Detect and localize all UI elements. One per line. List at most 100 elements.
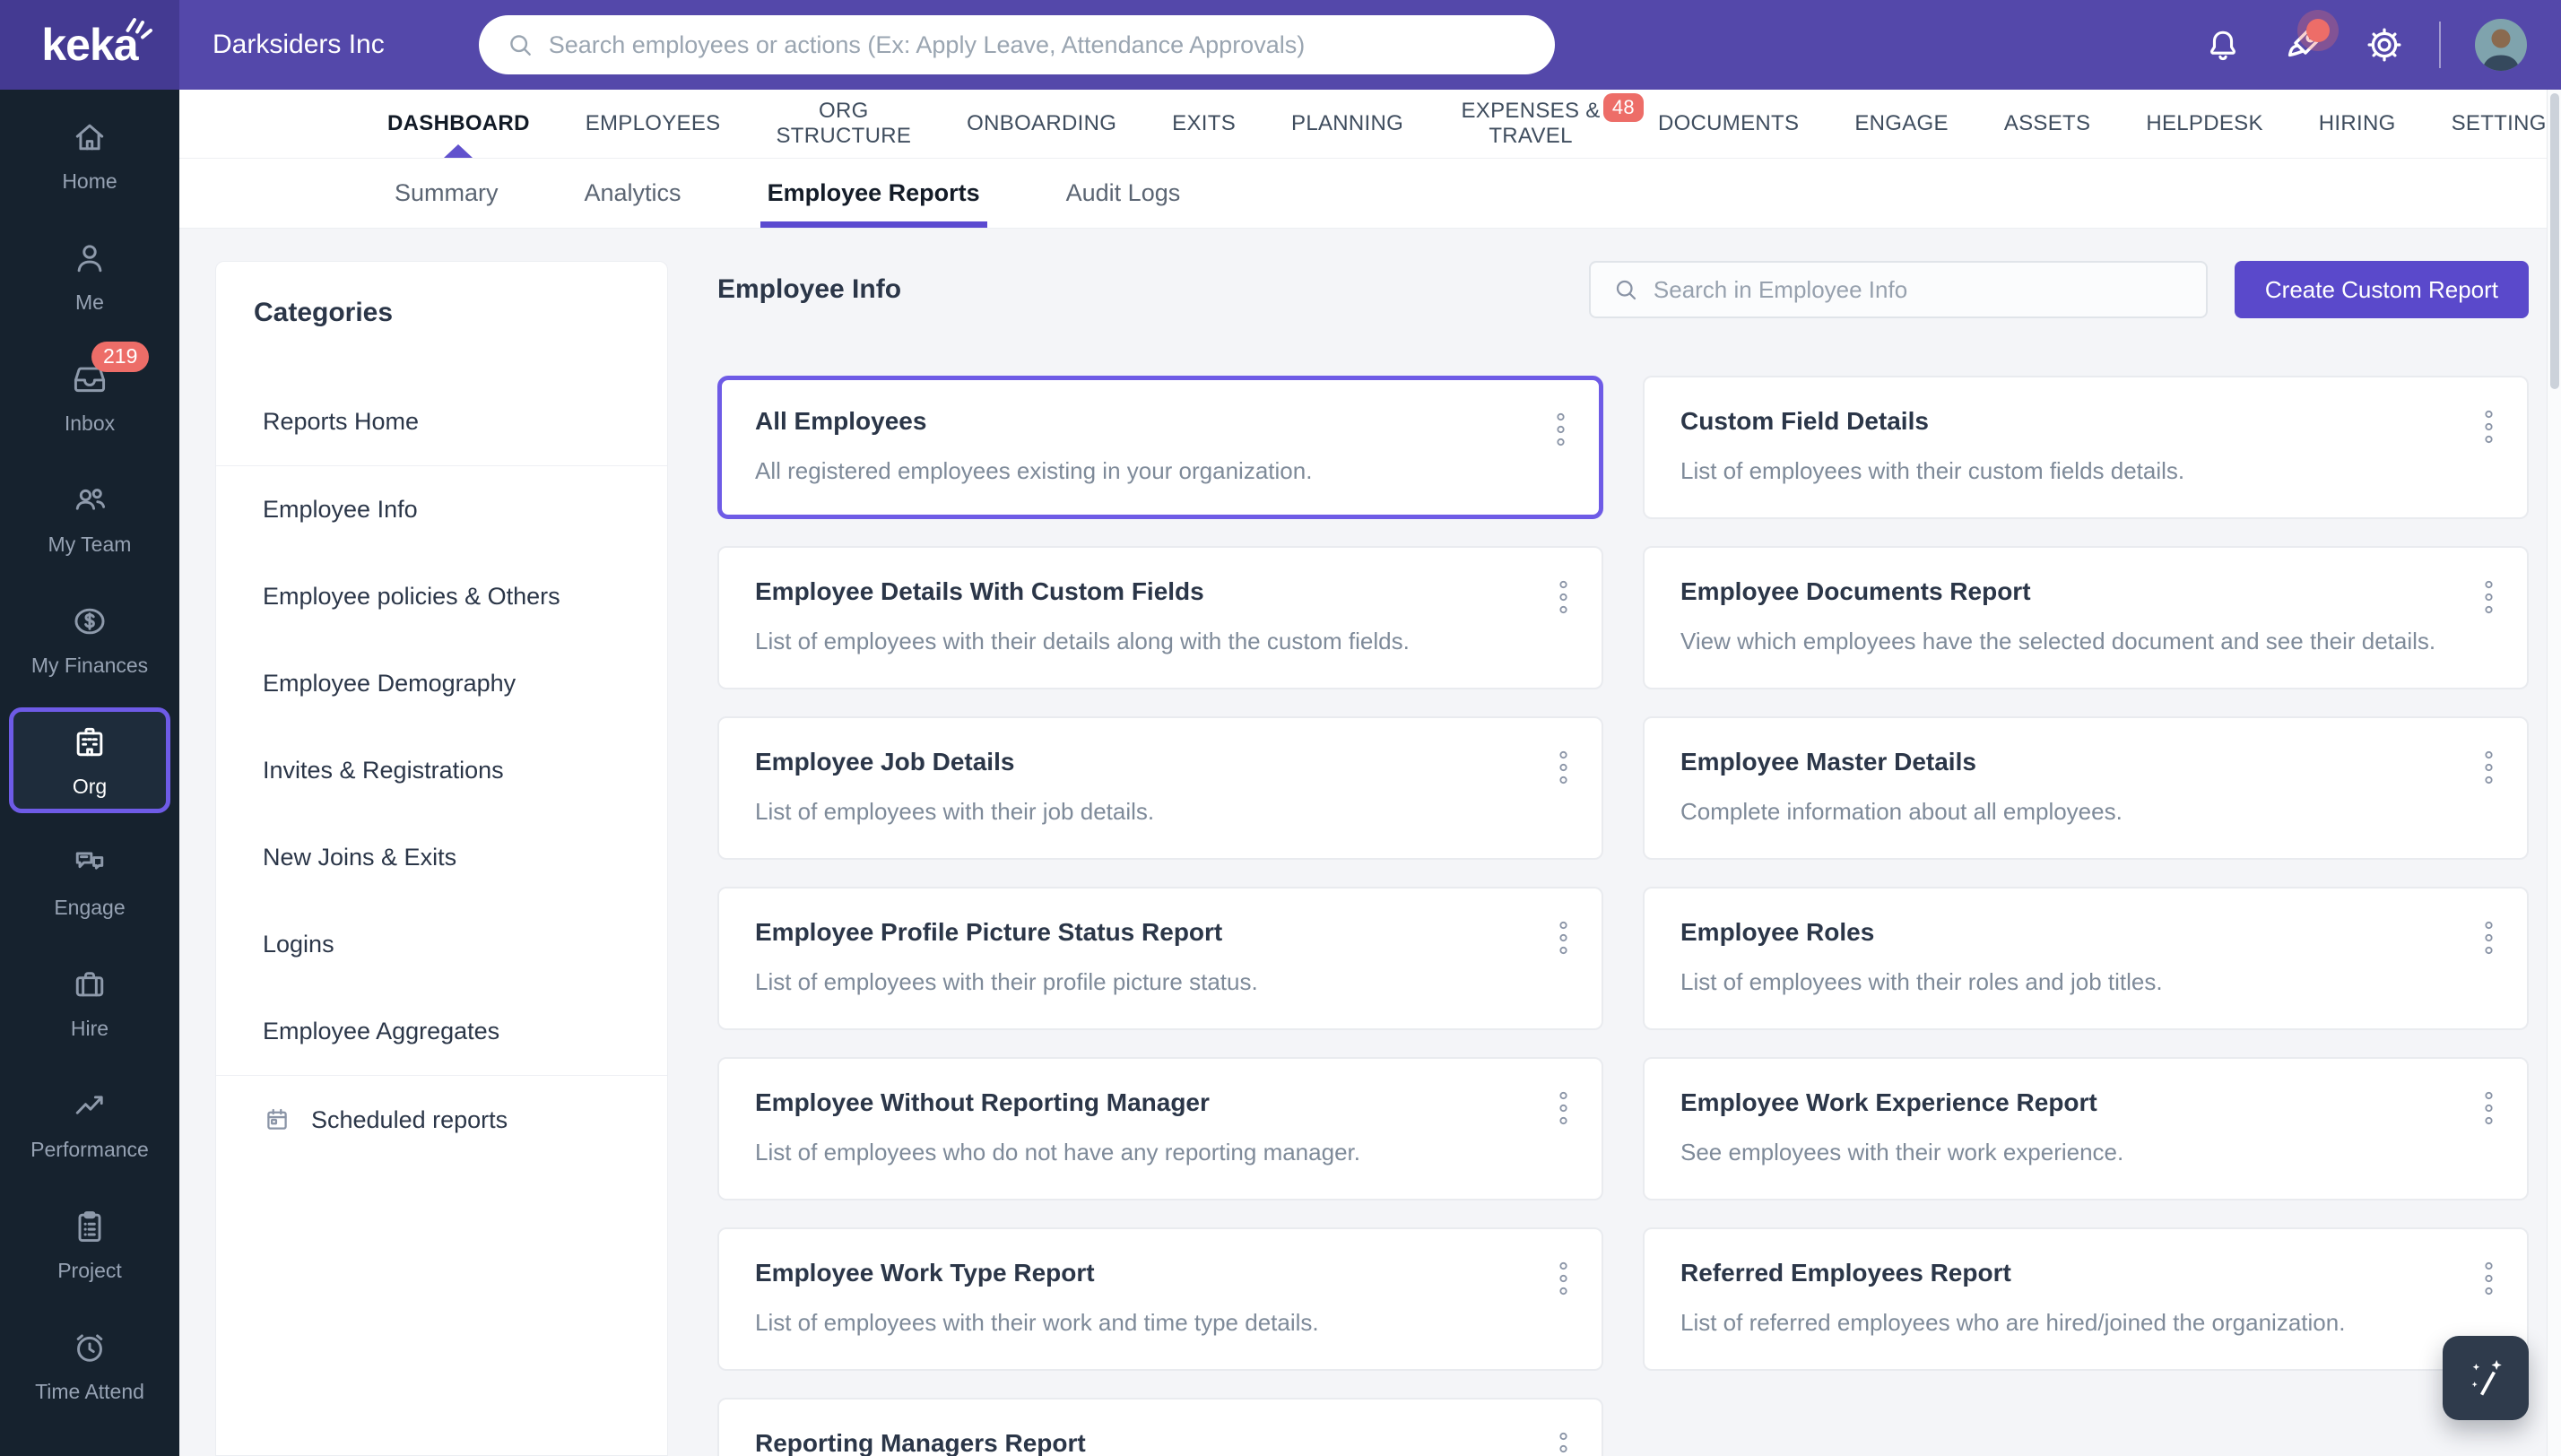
nav-item-label: ORG STRUCTURE: [776, 99, 912, 148]
report-card-employee-work-experience-report[interactable]: Employee Work Experience Report See empl…: [1643, 1057, 2529, 1200]
global-search-input[interactable]: [548, 30, 1528, 59]
avatar[interactable]: [2475, 19, 2527, 71]
report-card-reporting-managers-report[interactable]: Reporting Managers Report: [717, 1398, 1603, 1456]
notifications-button[interactable]: [2183, 13, 2263, 76]
report-card-referred-employees-report[interactable]: Referred Employees Report List of referr…: [1643, 1227, 2529, 1371]
sidebar-item-engage[interactable]: Engage: [0, 821, 179, 942]
nav-employees[interactable]: EMPLOYEES: [586, 90, 721, 158]
avatar-photo: [2475, 19, 2527, 71]
tab-employee-reports[interactable]: Employee Reports: [760, 159, 987, 228]
card-menu-button[interactable]: [1552, 745, 1575, 793]
sidebar-item-project[interactable]: Project: [0, 1184, 179, 1305]
report-search-input[interactable]: [1653, 275, 2184, 304]
report-card-description: List of employees with their custom fiel…: [1680, 457, 2185, 484]
global-search[interactable]: [478, 15, 1555, 74]
sidebar-item-inbox[interactable]: 219 Inbox: [0, 337, 179, 458]
report-card-custom-field-details[interactable]: Custom Field Details List of employees w…: [1643, 376, 2529, 519]
sidebar-item-home[interactable]: Home: [0, 95, 179, 216]
category-logins[interactable]: Logins: [216, 901, 667, 988]
category-employee-demography[interactable]: Employee Demography: [216, 640, 667, 727]
report-card-employee-work-type-report[interactable]: Employee Work Type Report List of employ…: [717, 1227, 1603, 1371]
card-menu-button[interactable]: [1550, 407, 1572, 455]
report-card-description: Complete information about all employees…: [1680, 798, 2123, 825]
category-label: Employee Info: [263, 496, 418, 523]
whats-new-button[interactable]: [2263, 13, 2344, 76]
sidebar-item-label: Engage: [54, 896, 126, 919]
app-window: keka Darksiders Inc Search employees or …: [0, 0, 2561, 1456]
scheduled-reports-label: Scheduled reports: [311, 1105, 508, 1133]
engage-icon: [70, 844, 109, 883]
sidebar-item-label: Home: [62, 169, 117, 193]
tab-analytics[interactable]: Analytics: [585, 159, 681, 228]
category-employee-policies-others[interactable]: Employee policies & Others: [216, 553, 667, 640]
tab-audit-logs[interactable]: Audit Logs: [1066, 159, 1181, 228]
sidebar-item-hire[interactable]: Hire: [0, 942, 179, 1063]
sidebar-item-me[interactable]: Me: [0, 216, 179, 337]
sidebar-item-label: Performance: [30, 1138, 149, 1161]
gear-icon: [2367, 28, 2401, 62]
report-search[interactable]: [1588, 261, 2208, 318]
ai-assistant-button[interactable]: [2443, 1336, 2529, 1420]
nav-dashboard[interactable]: DASHBOARD: [387, 90, 530, 158]
nav-org-structure[interactable]: ORG STRUCTURE: [776, 90, 911, 158]
card-menu-button[interactable]: [2478, 915, 2500, 963]
report-card-title: Employee Details With Custom Fields: [755, 577, 1204, 605]
category-employee-info[interactable]: Employee Info: [216, 466, 667, 553]
nav-settings[interactable]: SETTINGS: [2452, 90, 2561, 158]
report-card-employee-master-details[interactable]: Employee Master Details Complete informa…: [1643, 716, 2529, 860]
count-badge: 219: [91, 342, 150, 372]
settings-button[interactable]: [2344, 13, 2425, 76]
nav-exits[interactable]: EXITS: [1172, 90, 1236, 158]
card-menu-button[interactable]: [1552, 575, 1575, 622]
keka-logo[interactable]: keka: [0, 0, 179, 90]
nav-planning[interactable]: PLANNING: [1291, 90, 1403, 158]
report-card-all-employees[interactable]: All Employees All registered employees e…: [717, 376, 1603, 519]
card-menu-button[interactable]: [2478, 1086, 2500, 1133]
create-custom-report-button[interactable]: Create Custom Report: [2234, 261, 2529, 318]
card-menu-button[interactable]: [2478, 1256, 2500, 1304]
report-card-employee-profile-picture-status-report[interactable]: Employee Profile Picture Status Report L…: [717, 887, 1603, 1030]
category-invites-registrations[interactable]: Invites & Registrations: [216, 727, 667, 814]
sidebar-item-time-attend[interactable]: Time Attend: [0, 1305, 179, 1426]
card-menu-button[interactable]: [2478, 745, 2500, 793]
scrollbar[interactable]: [2547, 90, 2561, 1456]
card-menu-button[interactable]: [1552, 915, 1575, 963]
nav-onboarding[interactable]: ONBOARDING: [967, 90, 1116, 158]
card-menu-button[interactable]: [2478, 404, 2500, 452]
tab-label: Employee Reports: [767, 179, 980, 206]
report-card-employee-documents-report[interactable]: Employee Documents Report View which emp…: [1643, 546, 2529, 689]
category-reports-home[interactable]: Reports Home: [216, 378, 667, 466]
sidebar-item-label: Time Attend: [35, 1380, 144, 1403]
tab-label: Summary: [395, 179, 499, 206]
nav-hiring[interactable]: HIRING: [2319, 90, 2396, 158]
main-nav: DASHBOARD EMPLOYEES ORG STRUCTURE ONBOAR…: [179, 90, 2561, 159]
report-card-employee-without-reporting-manager[interactable]: Employee Without Reporting Manager List …: [717, 1057, 1603, 1200]
nav-documents[interactable]: DOCUMENTS: [1658, 90, 1799, 158]
sidebar-item-my-team[interactable]: My Team: [0, 458, 179, 579]
scrollbar-thumb[interactable]: [2550, 93, 2559, 389]
report-card-description: List of employees who do not have any re…: [755, 1139, 1360, 1166]
nav-assets[interactable]: ASSETS: [2004, 90, 2091, 158]
card-menu-button[interactable]: [1552, 1426, 1575, 1456]
nav-expenses-travel[interactable]: EXPENSES & TRAVEL 48: [1459, 90, 1644, 158]
nav-helpdesk[interactable]: HELPDESK: [2146, 90, 2262, 158]
card-menu-button[interactable]: [1552, 1256, 1575, 1304]
sidebar-item-org[interactable]: Org: [9, 707, 170, 813]
report-card-description: List of employees with their details alo…: [755, 628, 1410, 654]
sidebar-item-label: Project: [57, 1259, 122, 1282]
report-card-employee-details-with-custom-fields[interactable]: Employee Details With Custom Fields List…: [717, 546, 1603, 689]
nav-engage[interactable]: ENGAGE: [1854, 90, 1949, 158]
scheduled-reports[interactable]: Scheduled reports: [216, 1076, 667, 1164]
sidebar-item-my-finances[interactable]: My Finances: [0, 579, 179, 700]
report-card-employee-roles[interactable]: Employee Roles List of employees with th…: [1643, 887, 2529, 1030]
dashboard-subtabs: Summary Analytics Employee Reports Audit…: [179, 159, 2561, 229]
card-menu-button[interactable]: [1552, 1086, 1575, 1133]
tab-summary[interactable]: Summary: [395, 159, 499, 228]
sidebar-item-label: My Team: [48, 533, 132, 556]
kebab-icon: [1559, 580, 1567, 614]
sidebar-item-performance[interactable]: Performance: [0, 1063, 179, 1184]
category-employee-aggregates[interactable]: Employee Aggregates: [216, 988, 667, 1076]
report-card-employee-job-details[interactable]: Employee Job Details List of employees w…: [717, 716, 1603, 860]
category-new-joins-exits[interactable]: New Joins & Exits: [216, 814, 667, 901]
card-menu-button[interactable]: [2478, 575, 2500, 622]
